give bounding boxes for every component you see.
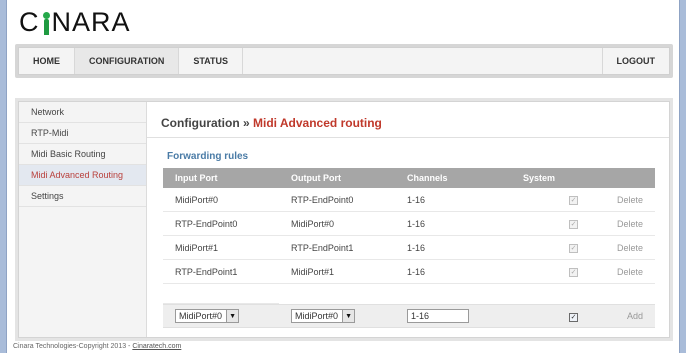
table-row: RTP-EndPoint1 MidiPort#1 1-16 ✓ Delete [163,260,655,284]
top-nav-container: HOME CONFIGURATION STATUS LOGOUT [15,44,673,78]
cell-output-port: RTP-EndPoint0 [291,194,354,205]
output-port-selected: MidiPort#0 [295,311,339,321]
nav-configuration[interactable]: CONFIGURATION [75,48,180,74]
footer-copyright: Cinara Technologies-Copyright 2013 - [13,343,133,350]
header-output-port: Output Port [291,173,341,183]
sidebar-item-label: Midi Advanced Routing [31,170,124,180]
cell-system: ✓ [511,242,578,253]
sidebar-item-settings[interactable]: Settings [19,186,146,207]
channels-input[interactable]: 1-16 [407,309,469,323]
footer-link[interactable]: Cinaratech.com [132,343,181,350]
table-header: Input Port Output Port Channels System [163,168,655,188]
table-row: MidiPort#0 RTP-EndPoint0 1-16 ✓ Delete [163,188,655,212]
page-title-sub: Midi Advanced routing [253,116,382,130]
output-port-select[interactable]: MidiPort#0 ▼ [291,309,356,323]
add-button[interactable]: Add [571,311,655,321]
table-row: MidiPort#1 RTP-EndPoint1 1-16 ✓ Delete [163,236,655,260]
forwarding-rules-table: Input Port Output Port Channels System M… [163,168,655,328]
delete-link[interactable]: Delete [571,267,655,277]
sidebar-item-midi-basic-routing[interactable]: Midi Basic Routing [19,144,146,165]
logo-figure-icon [41,12,51,36]
sidebar-item-rtp-midi[interactable]: RTP-Midi [19,123,146,144]
page: C NARA HOME CONFIGURATION STATUS LOGOUT … [6,0,680,353]
page-title: Configuration » Midi Advanced routing [161,116,382,130]
cell-system: ✓ [511,218,578,229]
delete-link[interactable]: Delete [571,195,655,205]
cell-input-select: MidiPort#0 ▼ [163,309,279,323]
nav-logout[interactable]: LOGOUT [601,48,670,74]
sidebar: Network RTP-Midi Midi Basic Routing Midi… [19,102,147,337]
logo-text-start: C [19,7,40,37]
table-row: RTP-EndPoint0 MidiPort#0 1-16 ✓ Delete [163,212,655,236]
sidebar-item-label: Settings [31,191,64,201]
cell-output-port: MidiPort#1 [291,266,335,277]
input-port-select[interactable]: MidiPort#0 ▼ [175,309,240,323]
title-divider [147,137,669,138]
sidebar-item-network[interactable]: Network [19,102,146,123]
input-port-selected: MidiPort#0 [179,311,223,321]
sidebar-item-label: Midi Basic Routing [31,149,106,159]
cell-channels-input: 1-16 [395,309,511,323]
delete-link[interactable]: Delete [571,219,655,229]
cell-input-port: RTP-EndPoint1 [175,266,238,277]
header-system: System [523,173,556,183]
cell-channels: 1-16 [407,218,426,229]
cell-output-select: MidiPort#0 ▼ [279,309,395,323]
sidebar-item-label: Network [31,107,65,117]
nav-status[interactable]: STATUS [179,48,243,74]
cell-channels: 1-16 [407,194,426,205]
main-content: Configuration » Midi Advanced routing Fo… [147,102,669,337]
table-spacer [163,284,655,304]
cell-output-port: MidiPort#0 [291,218,335,229]
header-channels: Channels [407,173,448,183]
cell-input-port: MidiPort#1 [175,242,219,253]
dropdown-arrow-icon[interactable]: ▼ [226,310,239,322]
add-rule-row: MidiPort#0 ▼ MidiPort#0 ▼ 1-16 ✓ Add [163,304,655,328]
sidebar-item-label: RTP-Midi [31,128,69,138]
section-title: Forwarding rules [167,151,249,162]
cell-input-port: MidiPort#0 [175,194,219,205]
logo-text-end: NARA [51,7,131,37]
page-title-main: Configuration [161,116,240,130]
dropdown-arrow-icon[interactable]: ▼ [342,310,355,322]
delete-link[interactable]: Delete [571,243,655,253]
header-input-port: Input Port [175,173,218,183]
breadcrumb-separator: » [239,116,253,130]
cell-channels: 1-16 [407,266,426,277]
cinara-logo[interactable]: C NARA [19,6,131,36]
cell-output-port: RTP-EndPoint1 [291,242,354,253]
top-nav: HOME CONFIGURATION STATUS LOGOUT [18,47,670,75]
cell-input-port: RTP-EndPoint0 [175,218,238,229]
footer: Cinara Technologies-Copyright 2013 - Cin… [13,343,181,350]
cell-system: ✓ [511,194,578,205]
cell-system: ✓ [511,266,578,277]
cell-channels: 1-16 [407,242,426,253]
sidebar-item-midi-advanced-routing[interactable]: Midi Advanced Routing [19,165,146,186]
cell-system-checkbox: ✓ [511,311,578,322]
content-panel: Network RTP-Midi Midi Basic Routing Midi… [18,101,670,338]
nav-home[interactable]: HOME [19,48,75,74]
content-frame: Network RTP-Midi Midi Basic Routing Midi… [15,98,673,341]
